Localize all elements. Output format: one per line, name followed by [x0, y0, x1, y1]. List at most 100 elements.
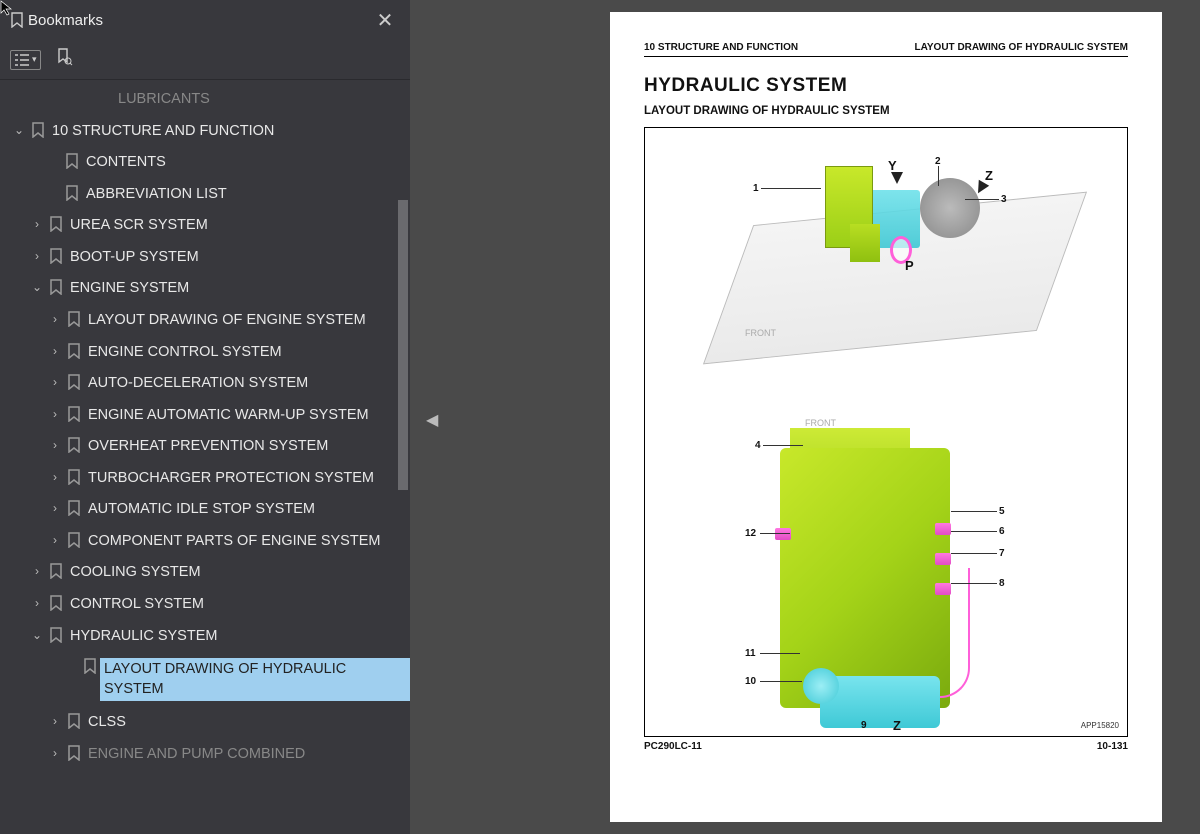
solenoid-illustration: [775, 528, 791, 540]
bookmark-warmup[interactable]: › ENGINE AUTOMATIC WARM-UP SYSTEM: [0, 400, 410, 432]
bookmark-overheat[interactable]: › OVERHEAT PREVENTION SYSTEM: [0, 431, 410, 463]
header-left: 10 STRUCTURE AND FUNCTION: [644, 42, 798, 53]
leader-line: [965, 199, 999, 200]
footer-right: 10-131: [1097, 741, 1128, 752]
bookmark-clss[interactable]: › CLSS: [0, 707, 410, 739]
tank-base-illustration: [850, 224, 880, 262]
bookmark-structure-function[interactable]: ⌄ 10 STRUCTURE AND FUNCTION: [0, 116, 410, 148]
leader-line: [760, 653, 800, 654]
chevron-right-icon[interactable]: ›: [46, 374, 64, 390]
leader-line: [938, 166, 939, 186]
bookmark-auto-decel[interactable]: › AUTO-DECELERATION SYSTEM: [0, 368, 410, 400]
bookmark-engine-system[interactable]: ⌄ ENGINE SYSTEM: [0, 273, 410, 305]
callout-Z2: Z: [893, 718, 901, 733]
bookmark-control[interactable]: › CONTROL SYSTEM: [0, 589, 410, 621]
callout-Y: Y: [888, 158, 897, 173]
leader-line: [951, 511, 997, 512]
bookmarks-header: Bookmarks ✕: [0, 0, 410, 40]
panel-title: Bookmarks: [24, 12, 370, 29]
bookmark-engine-pump[interactable]: › ENGINE AND PUMP COMBINED: [0, 739, 410, 771]
page-footer: PC290LC-11 10-131: [644, 741, 1128, 752]
callout-7: 7: [999, 548, 1005, 559]
chevron-right-icon[interactable]: ›: [46, 745, 64, 761]
leader-line: [951, 553, 997, 554]
callout-6: 6: [999, 526, 1005, 537]
bookmark-cooling[interactable]: › COOLING SYSTEM: [0, 557, 410, 589]
bookmark-contents[interactable]: › CONTENTS: [0, 147, 410, 179]
bookmarks-tree[interactable]: ›LUBRICANTS ⌄ 10 STRUCTURE AND FUNCTION …: [0, 80, 410, 834]
callout-9: 9: [861, 720, 867, 731]
leader-line: [951, 531, 997, 532]
chevron-right-icon[interactable]: ›: [46, 437, 64, 453]
bookmark-lubricants[interactable]: ›LUBRICANTS: [0, 84, 410, 116]
bookmark-abbreviation[interactable]: › ABBREVIATION LIST: [0, 179, 410, 211]
leader-line: [760, 533, 790, 534]
bookmarks-panel: Bookmarks ✕ ▾ ›LUBRICANTS ⌄ 10 STRUCTURE…: [0, 0, 410, 834]
callout-3: 3: [1001, 194, 1007, 205]
leader-line: [951, 583, 997, 584]
bookmark-urea-scr[interactable]: › UREA SCR SYSTEM: [0, 210, 410, 242]
callout-P: P: [905, 258, 914, 273]
bookmark-idle-stop[interactable]: › AUTOMATIC IDLE STOP SYSTEM: [0, 494, 410, 526]
diagram-frame: FRONT FRONT Y Z P 1 2 3 4: [644, 127, 1128, 737]
bookmark-bootup[interactable]: › BOOT-UP SYSTEM: [0, 242, 410, 274]
callout-1: 1: [753, 183, 759, 194]
bookmarks-toolbar: ▾: [0, 40, 410, 80]
callout-12: 12: [745, 528, 756, 539]
bookmark-engine-layout[interactable]: › LAYOUT DRAWING OF ENGINE SYSTEM: [0, 305, 410, 337]
chevron-right-icon[interactable]: ›: [46, 713, 64, 729]
bookmark-hydraulic[interactable]: ⌄ HYDRAULIC SYSTEM: [0, 621, 410, 653]
valve-ball-illustration: [803, 668, 839, 704]
chevron-right-icon[interactable]: ›: [28, 216, 46, 232]
bookmark-search-icon: [55, 48, 73, 66]
chevron-down-icon[interactable]: ⌄: [10, 122, 28, 138]
bookmark-turbo[interactable]: › TURBOCHARGER PROTECTION SYSTEM: [0, 463, 410, 495]
panel-divider: ◀: [410, 0, 610, 834]
document-viewport[interactable]: 10 STRUCTURE AND FUNCTION LAYOUT DRAWING…: [610, 0, 1200, 834]
image-code: APP15820: [1081, 721, 1119, 730]
page-title: HYDRAULIC SYSTEM: [644, 75, 1128, 97]
bookmark-hydraulic-layout[interactable]: › LAYOUT DRAWING OF HYDRAULIC SYSTEM: [0, 652, 410, 707]
leader-line: [761, 188, 821, 189]
dropdown-caret-icon: ▾: [32, 54, 37, 65]
page-subtitle: LAYOUT DRAWING OF HYDRAULIC SYSTEM: [644, 105, 1128, 117]
leader-line: [760, 681, 802, 682]
chevron-right-icon[interactable]: ›: [46, 469, 64, 485]
callout-5: 5: [999, 506, 1005, 517]
chevron-right-icon[interactable]: ›: [28, 595, 46, 611]
chevron-right-icon[interactable]: ›: [28, 563, 46, 579]
close-panel-button[interactable]: ✕: [370, 8, 400, 33]
callout-8: 8: [999, 578, 1005, 589]
chevron-right-icon[interactable]: ›: [46, 500, 64, 516]
callout-11: 11: [745, 648, 756, 659]
collapse-sidebar-button[interactable]: ◀: [426, 410, 438, 430]
outline-options-button[interactable]: ▾: [10, 50, 41, 70]
list-icon: [14, 53, 30, 67]
callout-4: 4: [755, 440, 761, 451]
find-bookmark-button[interactable]: [55, 48, 73, 71]
chevron-right-icon[interactable]: ›: [46, 343, 64, 359]
footer-left: PC290LC-11: [644, 741, 702, 752]
solenoid-illustration: [935, 523, 951, 535]
chevron-right-icon[interactable]: ›: [28, 248, 46, 264]
chevron-down-icon[interactable]: ⌄: [28, 279, 46, 295]
bookmark-component-parts[interactable]: › COMPONENT PARTS OF ENGINE SYSTEM: [0, 526, 410, 558]
document-page: 10 STRUCTURE AND FUNCTION LAYOUT DRAWING…: [610, 12, 1162, 822]
callout-Z: Z: [985, 168, 993, 183]
chevron-right-icon[interactable]: ›: [46, 406, 64, 422]
solenoid-illustration: [935, 553, 951, 565]
page-header: 10 STRUCTURE AND FUNCTION LAYOUT DRAWING…: [644, 42, 1128, 57]
down-arrow-icon: [891, 172, 903, 184]
header-right: LAYOUT DRAWING OF HYDRAULIC SYSTEM: [914, 42, 1128, 53]
callout-10: 10: [745, 676, 756, 687]
bookmark-engine-control[interactable]: › ENGINE CONTROL SYSTEM: [0, 337, 410, 369]
fan-illustration: [920, 178, 980, 238]
leader-line: [763, 445, 803, 446]
mouse-cursor-icon: [0, 0, 16, 16]
chevron-right-icon[interactable]: ›: [46, 532, 64, 548]
front-arrow-label: FRONT: [745, 328, 776, 338]
front-arrow-label-2: FRONT: [805, 418, 836, 428]
chevron-down-icon[interactable]: ⌄: [28, 627, 46, 643]
scrollbar-thumb[interactable]: [398, 200, 408, 490]
chevron-right-icon[interactable]: ›: [46, 311, 64, 327]
